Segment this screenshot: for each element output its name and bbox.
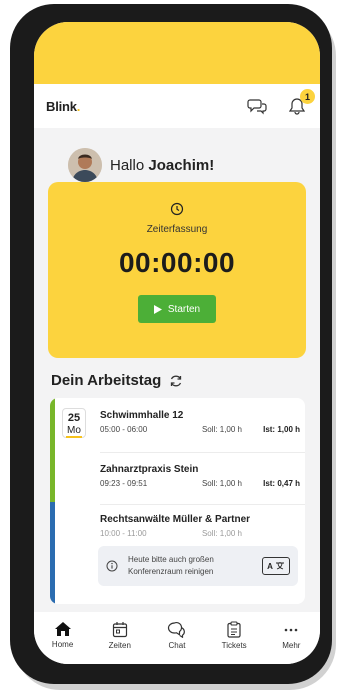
brand-dot: .	[76, 98, 81, 114]
translate-icon	[275, 562, 284, 570]
avatar[interactable]	[68, 148, 102, 182]
divider	[100, 504, 305, 505]
entry-title: Rechtsanwälte Müller & Partner	[100, 514, 251, 525]
entry-details: 10:00 - 11:00 Soll: 1,00 h	[100, 529, 300, 538]
brand-logo: Blink.	[46, 99, 80, 114]
tab-label: Chat	[168, 640, 186, 650]
divider	[100, 452, 305, 453]
app-screen: Blink. 1 Hallo Joachim! Zeiterfassung 00…	[34, 22, 320, 664]
workday-list: 25 Mo Schwimmhalle 12 05:00 - 06:00 Soll…	[50, 398, 305, 604]
tab-label: Tickets	[221, 640, 247, 650]
bottom-tab-bar: Home Zeiten Chat Tickets Mehr	[34, 612, 320, 664]
greeting-prefix: Hallo	[110, 156, 149, 174]
tab-mehr[interactable]: Mehr	[263, 621, 319, 650]
chat-bubbles-button[interactable]	[246, 95, 268, 117]
entry-actual-hours: Ist: 0,47 h	[263, 479, 300, 488]
tab-tickets[interactable]: Tickets	[206, 620, 262, 650]
date-weekday: Mo	[66, 425, 82, 438]
list-item[interactable]: Schwimmhalle 12 05:00 - 06:00 Soll: 1,00…	[100, 410, 300, 434]
entry-title: Zahnarztpraxis Stein	[100, 464, 199, 475]
entry-target-hours: Soll: 1,00 h	[201, 425, 242, 434]
entry-target-hours: Soll: 1,00 h	[201, 529, 242, 538]
play-icon	[153, 304, 162, 314]
list-item[interactable]: Zahnarztpraxis Stein 09:23 - 09:51 Soll:…	[100, 464, 300, 488]
notifications-button[interactable]: 1	[286, 89, 315, 117]
translate-label: A	[267, 561, 273, 571]
notification-badge: 1	[300, 89, 315, 104]
workday-section-title: Dein Arbeitstag	[51, 372, 183, 389]
calendar-icon	[112, 621, 127, 637]
entry-target-hours: Soll: 1,00 h	[201, 479, 242, 488]
tab-label: Zeiten	[108, 640, 131, 650]
header-actions: 1	[246, 89, 315, 117]
list-item[interactable]: Rechtsanwälte Müller & Partner 10:00 - 1…	[100, 514, 300, 538]
tab-home[interactable]: Home	[35, 621, 91, 649]
timer-display: 00:00:00	[118, 247, 236, 278]
chat-bubbles-icon	[247, 99, 267, 115]
entry-time: 05:00 - 06:00	[100, 425, 148, 434]
start-button-label: Starten	[167, 303, 201, 315]
status-stripe-blue	[50, 502, 55, 604]
entry-time: 10:00 - 11:00	[100, 529, 147, 538]
clock-icon	[170, 202, 184, 216]
home-icon	[54, 622, 71, 636]
tab-label: Home	[51, 640, 74, 649]
entry-title: Schwimmhalle 12	[100, 410, 184, 421]
entry-details: 05:00 - 06:00 Soll: 1,00 h Ist: 1,00 h	[100, 425, 300, 434]
tab-chat[interactable]: Chat	[149, 621, 205, 650]
status-bar-area	[34, 22, 320, 84]
avatar-image	[68, 148, 102, 182]
start-button[interactable]: Starten	[138, 295, 216, 323]
translate-button[interactable]: A	[262, 557, 290, 575]
info-icon	[106, 560, 118, 572]
date-day: 25	[67, 412, 81, 424]
workday-title: Dein Arbeitstag	[51, 372, 162, 389]
clipboard-icon	[227, 620, 241, 638]
greeting-text: Hallo Joachim!	[110, 157, 214, 174]
entry-details: 09:23 - 09:51 Soll: 1,00 h Ist: 0,47 h	[100, 479, 300, 488]
refresh-icon[interactable]	[169, 374, 183, 388]
greeting: Hallo Joachim!	[68, 148, 214, 182]
entry-actual-hours: Ist: 1,00 h	[263, 425, 300, 434]
entry-time: 09:23 - 09:51	[100, 479, 148, 488]
app-header: Blink. 1	[34, 84, 320, 128]
note-box: Heute bitte auch großen Konferenzraum re…	[98, 546, 298, 586]
status-stripe-green	[50, 398, 55, 502]
time-tracking-label: Zeiterfassung	[146, 224, 208, 235]
user-name: Joachim!	[148, 156, 215, 174]
tab-label: Mehr	[282, 640, 301, 650]
chat-icon	[167, 621, 185, 638]
date-badge: 25 Mo	[62, 408, 86, 438]
more-icon	[285, 628, 298, 631]
note-text: Heute bitte auch großen Konferenzraum re…	[128, 555, 214, 576]
tab-zeiten[interactable]: Zeiten	[92, 621, 148, 650]
time-tracking-card: Zeiterfassung 00:00:00 Starten	[48, 182, 306, 358]
brand-name: Blink	[46, 98, 77, 114]
